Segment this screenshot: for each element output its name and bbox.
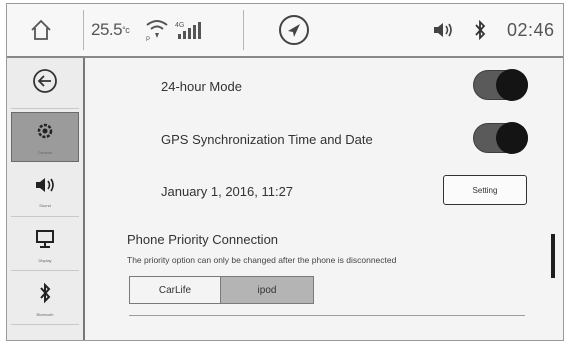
settings-sidebar: General Sound Display Bluetooth: [7, 58, 85, 340]
bluetooth-icon: [473, 4, 487, 56]
home-icon[interactable]: [29, 4, 53, 56]
volume-icon: [34, 175, 56, 200]
svg-text:P: P: [146, 37, 150, 42]
volume-icon: [432, 4, 454, 56]
date-time-value: January 1, 2016, 11:27: [161, 184, 294, 199]
gps-sync-label: GPS Synchronization Time and Date: [161, 132, 373, 147]
clock: 02:46: [507, 19, 555, 40]
svg-text:4G: 4G: [175, 22, 184, 29]
option-ipod[interactable]: ipod: [220, 276, 314, 304]
gps-sync-toggle[interactable]: [473, 122, 528, 154]
setting-button[interactable]: Setting: [443, 175, 527, 205]
settings-panel: 24-hour Mode GPS Synchronization Time an…: [85, 58, 563, 340]
gear-icon: [34, 120, 56, 147]
toggle-knob: [496, 69, 528, 101]
sidebar-item-sound[interactable]: Sound: [11, 166, 79, 217]
navigation-icon[interactable]: [277, 4, 311, 56]
sidebar-item-display[interactable]: Display: [11, 220, 79, 271]
sidebar-item-label: Bluetooth: [36, 311, 54, 317]
bluetooth-icon: [38, 282, 52, 309]
phone-priority-title: Phone Priority Connection: [127, 232, 279, 247]
sidebar-item-label: Display: [38, 257, 52, 263]
option-carlife[interactable]: CarLife: [129, 276, 221, 304]
back-arrow-icon: [31, 67, 59, 100]
wifi-icon: P: [144, 4, 170, 56]
divider: [129, 315, 525, 316]
status-divider: [83, 10, 84, 50]
status-divider: [243, 10, 244, 50]
temperature-value: 25.5: [91, 20, 123, 39]
hour24-label: 24-hour Mode: [161, 79, 242, 94]
temperature-readout: 25.5 °c: [91, 4, 130, 56]
status-bar: 25.5 °c P 4G 02:46: [7, 4, 563, 58]
scrollbar[interactable]: [551, 234, 555, 278]
hour24-toggle[interactable]: [473, 69, 528, 101]
signal-icon: 4G: [175, 4, 203, 56]
display-icon: [34, 228, 56, 255]
infotainment-screen: 25.5 °c P 4G 02:46 General Sound Display…: [6, 3, 564, 341]
sidebar-item-general[interactable]: General: [11, 112, 79, 162]
sidebar-item-label: Sound: [39, 202, 51, 208]
sidebar-item-bluetooth[interactable]: Bluetooth: [11, 274, 79, 325]
toggle-knob: [496, 122, 528, 154]
phone-priority-note: The priority option can only be changed …: [127, 255, 397, 265]
temperature-unit: °c: [122, 25, 130, 35]
back-button[interactable]: [11, 58, 79, 109]
sidebar-item-label: General: [37, 149, 53, 155]
